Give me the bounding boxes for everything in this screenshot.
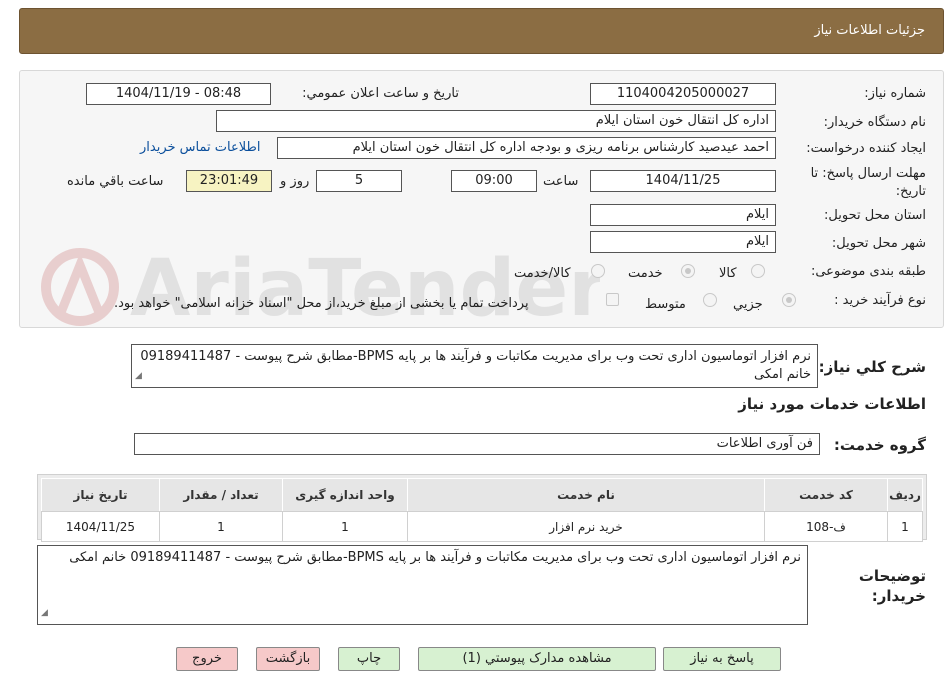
services-section-title: اطلاعات خدمات مورد نیاز: [738, 395, 926, 413]
process-radio-medium[interactable]: [703, 293, 717, 307]
process-radio-minor[interactable]: [782, 293, 796, 307]
announce-datetime-field: 1404/11/19 - 08:48: [86, 83, 271, 105]
category-radio-goods[interactable]: [751, 264, 765, 278]
days-label: روز و: [280, 174, 310, 189]
category-radio-service[interactable]: [681, 264, 695, 278]
payment-note: پرداخت تمام یا بخشی از مبلغ خرید،از محل …: [114, 296, 529, 311]
cell-service-name: خرید نرم افزار: [407, 511, 765, 542]
time-label: ساعت: [543, 174, 579, 189]
deadline-time-field: 09:00: [451, 170, 537, 192]
deadline-label: مهلت ارسال پاسخ: تا تاریخ:: [810, 166, 926, 199]
category-option-service: خدمت: [628, 266, 663, 281]
remaining-label: ساعت باقي مانده: [67, 174, 164, 189]
buyer-notes-text: نرم افزار اتوماسیون اداری تحت وب برای مد…: [69, 550, 801, 565]
cell-quantity: 1: [159, 511, 283, 542]
category-option-goods-service: کالا/خدمت: [514, 266, 571, 281]
back-button[interactable]: بازگشت: [256, 647, 320, 671]
buyer-notes-label: توضیحات خریدار:: [858, 567, 926, 605]
buyer-notes-textarea[interactable]: نرم افزار اتوماسیون اداری تحت وب برای مد…: [37, 545, 808, 625]
requester-label: ایجاد کننده درخواست:: [806, 141, 926, 156]
col-header-unit: واحد اندازه گیری: [282, 478, 408, 512]
announce-label: تاریخ و ساعت اعلان عمومي:: [302, 86, 459, 101]
services-table: ردیف کد خدمت نام خدمت واحد اندازه گیری ت…: [41, 478, 923, 542]
resize-grip-icon[interactable]: ◢: [135, 367, 142, 385]
remaining-timer: 23:01:49: [186, 170, 272, 192]
cell-row-number: 1: [887, 511, 923, 542]
category-label: طبقه بندی موضوعی:: [810, 264, 926, 279]
view-attachments-button[interactable]: مشاهده مدارک پیوستي (1): [418, 647, 656, 671]
days-field: 5: [316, 170, 402, 192]
buyer-org-label: نام دستگاه خریدار:: [823, 115, 926, 130]
table-header-row: ردیف کد خدمت نام خدمت واحد اندازه گیری ت…: [41, 478, 923, 512]
province-field: ایلام: [590, 204, 776, 226]
summary-text: نرم افزار اتوماسیون اداری تحت وب برای مد…: [140, 349, 811, 382]
summary-textarea[interactable]: نرم افزار اتوماسیون اداری تحت وب برای مد…: [131, 344, 818, 388]
cell-service-code: ف-108: [764, 511, 888, 542]
col-header-service-code: کد خدمت: [764, 478, 888, 512]
service-group-label: گروه خدمت:: [833, 436, 926, 454]
page-title: جزئیات اطلاعات نیاز: [814, 23, 925, 38]
service-group-field: فن آوری اطلاعات: [134, 433, 820, 455]
cell-need-date: 1404/11/25: [41, 511, 160, 542]
category-option-goods: کالا: [719, 266, 737, 281]
process-option-medium: متوسط: [645, 297, 686, 312]
exit-button[interactable]: خروج: [176, 647, 238, 671]
col-header-quantity: تعداد / مقدار: [159, 478, 283, 512]
province-label: استان محل تحویل:: [824, 208, 926, 223]
resize-grip-icon[interactable]: ◢: [41, 604, 48, 622]
summary-label: شرح کلي نیاز:: [818, 358, 926, 376]
cell-unit: 1: [282, 511, 408, 542]
city-label: شهر محل تحویل:: [831, 236, 926, 251]
deadline-date-field: 1404/11/25: [590, 170, 776, 192]
col-header-need-date: تاریخ نیاز: [41, 478, 160, 512]
services-table-container: ردیف کد خدمت نام خدمت واحد اندازه گیری ت…: [37, 474, 927, 542]
buyer-contact-link[interactable]: اطلاعات تماس خریدار: [140, 140, 260, 155]
category-radio-goods-service[interactable]: [591, 264, 605, 278]
page-header: جزئیات اطلاعات نیاز: [19, 8, 944, 54]
reply-button[interactable]: پاسخ به نیاز: [663, 647, 781, 671]
city-field: ایلام: [590, 231, 776, 253]
treasury-payment-checkbox[interactable]: [606, 293, 619, 306]
col-header-row-number: ردیف: [887, 478, 923, 512]
table-row: 1 ف-108 خرید نرم افزار 1 1 1404/11/25: [41, 511, 923, 542]
buyer-org-field: اداره کل انتقال خون استان ایلام: [216, 110, 776, 132]
need-number-label: شماره نیاز:: [864, 86, 926, 101]
need-number-field: 1104004205000027: [590, 83, 776, 105]
col-header-service-name: نام خدمت: [407, 478, 765, 512]
requester-field: احمد عیدصید کارشناس برنامه ریزی و بودجه …: [277, 137, 776, 159]
process-label: نوع فرآیند خرید :: [834, 293, 926, 308]
process-option-minor: جزیي: [733, 297, 763, 312]
print-button[interactable]: چاپ: [338, 647, 400, 671]
